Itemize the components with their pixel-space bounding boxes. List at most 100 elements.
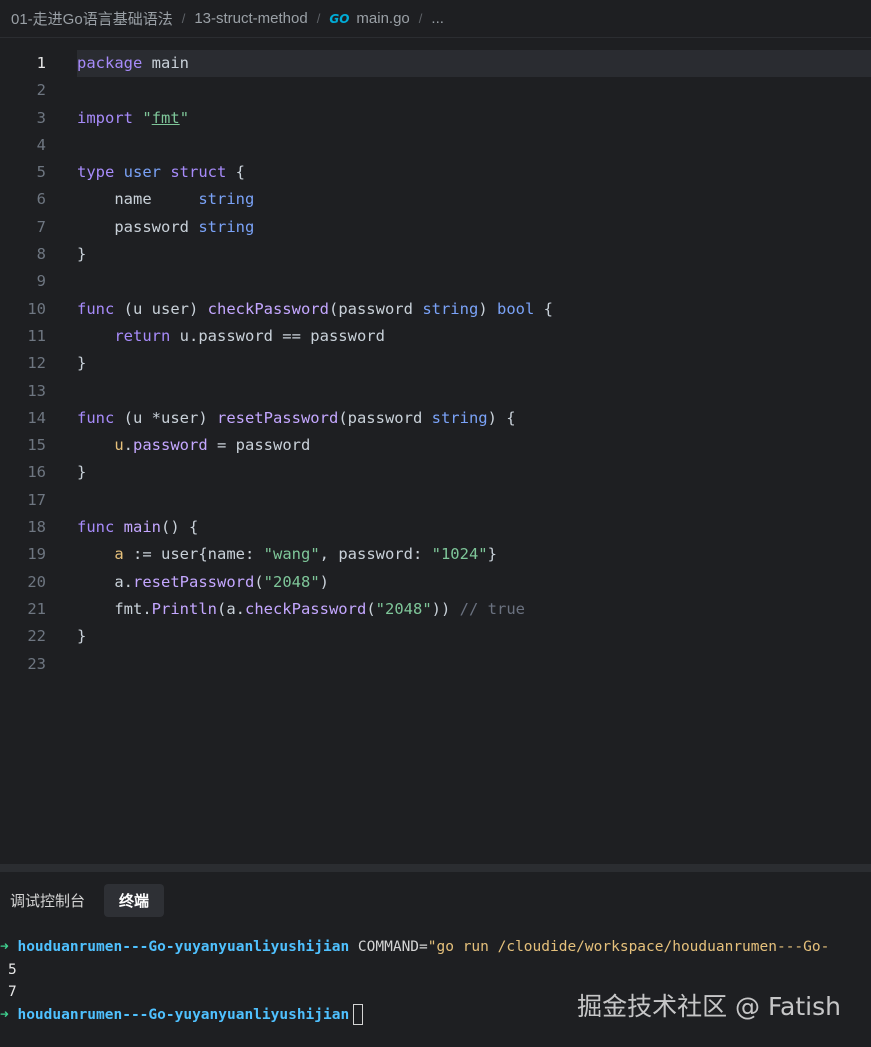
code-token: resetPassword xyxy=(216,408,339,427)
tab-debug-console[interactable]: 调试控制台 xyxy=(0,884,95,917)
code-token: string xyxy=(198,190,255,209)
code-token: := user{name: xyxy=(123,545,264,564)
terminal-host: houduanrumen---Go-yuyanyuanliyushijian xyxy=(17,939,350,955)
code-line[interactable]: 19 a := user{name: "wang", password: "10… xyxy=(0,541,871,568)
code-token: return xyxy=(114,326,171,345)
code-token: string xyxy=(431,408,488,427)
code-token: " xyxy=(179,108,190,127)
tab-terminal[interactable]: 终端 xyxy=(104,883,165,917)
code-token: func xyxy=(77,408,115,427)
code-text: func (u user) checkPassword(password str… xyxy=(77,296,871,323)
breadcrumb-more[interactable]: ... xyxy=(431,10,444,27)
line-number: 6 xyxy=(36,190,46,209)
code-text: password string xyxy=(77,214,871,241)
code-editor[interactable]: 1 package main 2 3 import "fmt" 4 5 type user s… xyxy=(0,50,871,860)
panel-tabs: 调试控制台 终端 xyxy=(0,883,165,917)
code-token: resetPassword xyxy=(133,572,255,591)
code-line[interactable]: 21 fmt.Println(a.checkPassword("2048")) … xyxy=(0,596,871,623)
code-token: () { xyxy=(161,518,199,537)
terminal-command-key: COMMAND= xyxy=(349,939,428,955)
code-text: } xyxy=(77,623,871,650)
line-number: 10 xyxy=(27,299,46,318)
code-line[interactable]: 5 type user struct { xyxy=(0,159,871,186)
line-number: 15 xyxy=(27,436,46,455)
line-number: 18 xyxy=(27,518,46,537)
code-text: } xyxy=(77,350,871,377)
code-token: . xyxy=(123,436,134,455)
breadcrumb: 01-走进Go语言基础语法 / 13-struct-method / GO ma… xyxy=(0,0,871,38)
line-number: 20 xyxy=(27,572,46,591)
code-text: import "fmt" xyxy=(77,105,871,132)
code-token: checkPassword xyxy=(244,599,367,618)
breadcrumb-separator: / xyxy=(181,11,186,26)
code-token: main xyxy=(123,518,161,537)
code-line[interactable]: 9 xyxy=(0,268,871,295)
code-token: struct xyxy=(170,163,227,182)
panel-divider[interactable] xyxy=(0,864,871,872)
code-text: type user struct { xyxy=(77,159,871,186)
code-text: } xyxy=(77,241,871,268)
code-token: import xyxy=(77,108,133,127)
line-number: 8 xyxy=(36,245,46,264)
code-line[interactable]: 18 func main() { xyxy=(0,514,871,541)
code-token: main xyxy=(142,54,189,72)
code-token: fmt xyxy=(151,108,180,127)
code-token: ) xyxy=(319,572,330,591)
breadcrumb-folder-root[interactable]: 01-走进Go语言基础语法 xyxy=(11,8,173,29)
code-token: password xyxy=(77,217,199,236)
code-line[interactable]: 22} xyxy=(0,623,871,650)
code-line[interactable]: 14 func (u *user) resetPassword(password … xyxy=(0,405,871,432)
prompt-arrow-icon: ➜ xyxy=(0,1006,9,1023)
code-token: (password xyxy=(328,299,423,318)
code-token: string xyxy=(422,299,479,318)
code-token: "wang" xyxy=(263,545,320,564)
code-token: password xyxy=(133,436,208,455)
code-line[interactable]: 13 xyxy=(0,378,871,405)
code-token: ( xyxy=(366,599,376,618)
code-line[interactable]: 4 xyxy=(0,132,871,159)
code-token: u.password == password xyxy=(170,326,385,345)
code-line[interactable]: 8} xyxy=(0,241,871,268)
code-token: a. xyxy=(77,572,133,591)
code-token: (password xyxy=(338,408,432,427)
code-line[interactable]: 6 name string xyxy=(0,186,871,213)
line-number: 2 xyxy=(36,81,46,100)
code-token: func xyxy=(77,518,115,537)
code-line[interactable]: 11 return u.password == password xyxy=(0,323,871,350)
code-token: , password: xyxy=(319,545,432,564)
code-line[interactable]: 15 u.password = password xyxy=(0,432,871,459)
code-token: user xyxy=(123,163,161,182)
code-line[interactable]: 7 password string xyxy=(0,214,871,241)
code-token: string xyxy=(198,217,255,236)
code-text: func (u *user) resetPassword(password st… xyxy=(77,405,871,432)
line-number: 19 xyxy=(27,545,46,564)
code-line[interactable]: 2 xyxy=(0,77,871,104)
line-number: 11 xyxy=(27,326,46,345)
code-line[interactable]: 20 a.resetPassword("2048") xyxy=(0,569,871,596)
code-line[interactable]: 3 import "fmt" xyxy=(0,105,871,132)
breadcrumb-file[interactable]: main.go xyxy=(356,10,409,27)
breadcrumb-separator: / xyxy=(316,11,321,26)
line-number: 7 xyxy=(36,217,46,236)
code-line[interactable]: 1 package main xyxy=(0,50,871,78)
code-line[interactable]: 23 xyxy=(0,651,871,678)
code-line[interactable]: 17 xyxy=(0,487,871,514)
code-line[interactable]: 16} xyxy=(0,459,871,486)
breadcrumb-folder-project[interactable]: 13-struct-method xyxy=(194,10,307,27)
line-number: 14 xyxy=(27,408,46,427)
code-token: { xyxy=(226,163,246,182)
code-text: package main xyxy=(77,50,871,78)
code-line[interactable]: 10 func (u user) checkPassword(password s… xyxy=(0,296,871,323)
code-token: (u *user) xyxy=(114,408,217,427)
line-number: 21 xyxy=(27,599,46,618)
code-line[interactable]: 12} xyxy=(0,350,871,377)
